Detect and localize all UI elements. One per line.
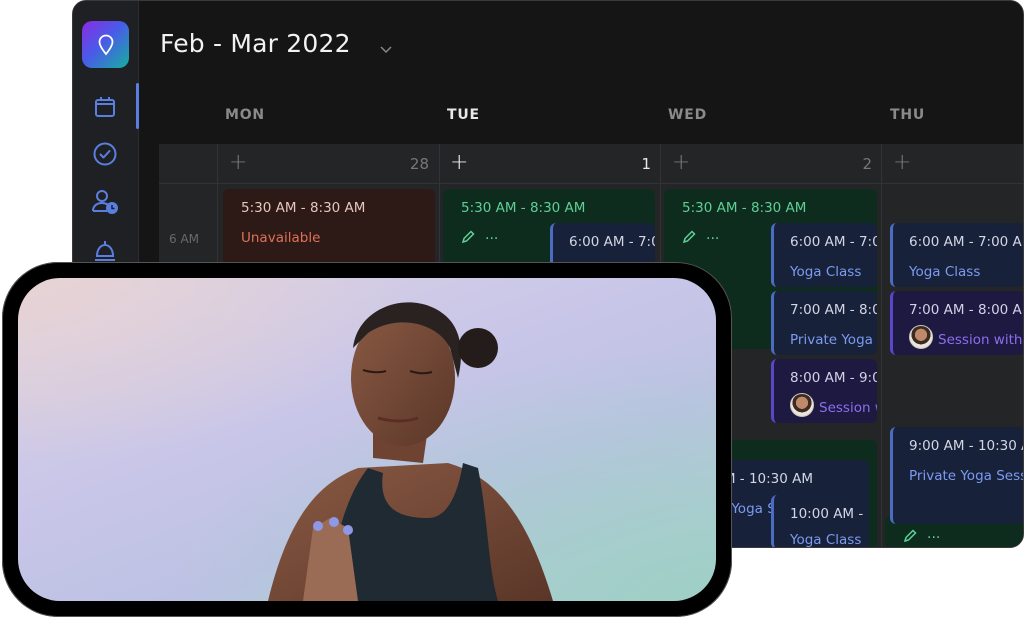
- event-private-yoga[interactable]: 9:00 AM - 10:30 AM Private Yoga Session: [890, 427, 1023, 524]
- day-header-wed: WED: [668, 107, 708, 123]
- event-private-yoga[interactable]: 7:00 AM - 8:00 AM Private Yoga Session: [771, 291, 877, 355]
- edit-icon[interactable]: [682, 229, 696, 248]
- event-client-session[interactable]: 8:00 AM - 9:00 AM Session with: [771, 359, 877, 423]
- event-time: 10:00 AM - 11:00 AM: [790, 506, 869, 522]
- event-time: 5:30 AM - 8:30 AM: [241, 200, 366, 216]
- event-title: Yoga Class: [790, 264, 862, 280]
- yoga-photo: [18, 278, 716, 601]
- add-event-wed-button[interactable]: +: [672, 150, 690, 175]
- event-time: 9:00 AM - 10:30 AM: [909, 438, 1023, 454]
- date-range-dropdown[interactable]: [379, 39, 393, 58]
- add-event-tue-button[interactable]: +: [450, 150, 468, 175]
- event-title: Session with: [819, 400, 877, 416]
- event-time: 5:30 AM - 8:30 AM: [461, 200, 586, 216]
- location-pin-icon: [98, 34, 113, 55]
- user-clock-icon: [92, 190, 118, 214]
- chevron-down-icon: [380, 46, 392, 54]
- event-time: 6:00 AM - 7:00 AM: [909, 234, 1024, 250]
- active-indicator: [136, 83, 139, 129]
- add-event-mon-button[interactable]: +: [229, 150, 247, 175]
- event-title: Unavailable: [241, 230, 321, 246]
- event-title: Yoga Class: [790, 532, 862, 548]
- event-title: Session with A: [938, 332, 1023, 348]
- event-yoga-class-2[interactable]: 10:00 AM - 11:00 AM Yoga Class: [771, 495, 869, 548]
- edit-icon[interactable]: [461, 229, 475, 248]
- event-unavailable[interactable]: 5:30 AM - 8:30 AM Unavailable: [223, 189, 435, 269]
- phone-mockup: [2, 262, 732, 617]
- event-time: 7:00 AM - 8:00 AM: [909, 302, 1024, 318]
- day-header-thu: THU: [890, 107, 926, 123]
- edit-icon[interactable]: [903, 528, 917, 547]
- event-client-session[interactable]: 7:00 AM - 8:00 AM Session with A: [890, 291, 1024, 355]
- sidebar-item-availability[interactable]: [90, 187, 120, 217]
- add-event-thu-button[interactable]: +: [893, 150, 911, 175]
- client-avatar: [790, 393, 814, 417]
- sidebar-item-services[interactable]: [90, 235, 120, 265]
- app-logo[interactable]: [82, 21, 129, 68]
- date-number-tue: 1: [641, 155, 651, 173]
- time-label-6am: 6 AM: [169, 232, 200, 246]
- event-time: 7:00 AM - 8:00 AM: [790, 302, 877, 318]
- meditating-woman-illustration: [268, 302, 553, 601]
- check-circle-icon: [93, 142, 117, 166]
- more-options[interactable]: ...: [706, 227, 719, 243]
- sidebar-item-calendar[interactable]: [90, 92, 120, 122]
- date-number-wed: 2: [862, 155, 872, 173]
- event-time: 5:30 AM - 8:30 AM: [682, 200, 807, 216]
- event-time: 8:00 AM - 9:00 AM: [790, 370, 877, 386]
- event-title: Yoga Class: [909, 264, 981, 280]
- service-bell-icon: [95, 241, 115, 261]
- event-time: 6:00 AM - 7:00 AM: [569, 234, 655, 250]
- calendar-icon: [95, 97, 115, 117]
- more-options[interactable]: ...: [485, 227, 498, 243]
- column-divider: [881, 144, 882, 547]
- event-title: Private Yoga Session: [790, 332, 877, 348]
- event-yoga-class[interactable]: 6:00 AM - 7:00 AM Yoga Class: [890, 223, 1024, 287]
- client-avatar: [909, 325, 933, 349]
- sidebar-item-tasks[interactable]: [90, 139, 120, 169]
- day-header-tue: TUE: [447, 107, 480, 123]
- event-time: 6:00 AM - 7:00 AM: [790, 234, 877, 250]
- event-title: Private Yoga Session: [909, 468, 1023, 484]
- date-number-mon: 28: [409, 155, 429, 173]
- event-yoga-class[interactable]: 6:00 AM - 7:00 AM Yoga Class: [771, 223, 877, 287]
- day-header-mon: MON: [225, 107, 265, 123]
- more-options[interactable]: ...: [927, 526, 940, 542]
- date-range-title[interactable]: Feb - Mar 2022: [160, 29, 351, 58]
